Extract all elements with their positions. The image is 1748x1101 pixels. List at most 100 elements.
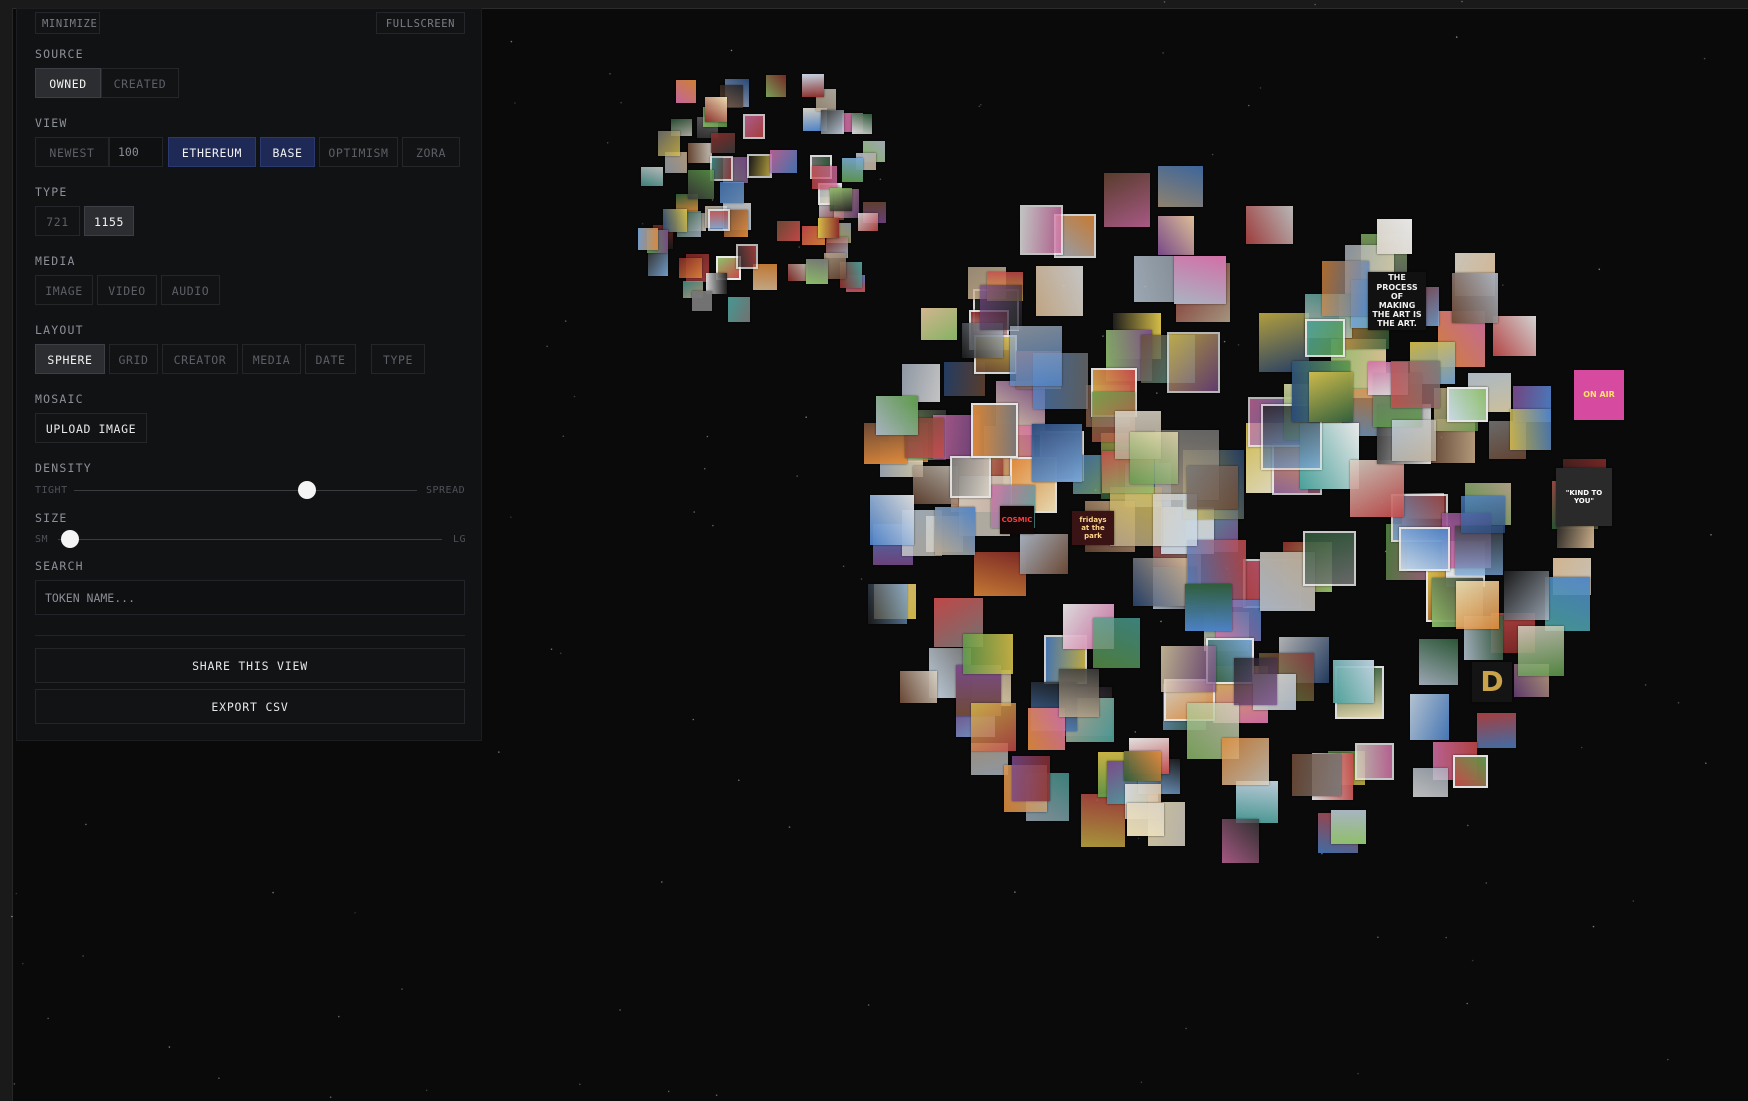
nft-token-tile[interactable]: [720, 182, 744, 203]
view-count-input[interactable]: [109, 137, 163, 167]
nft-token-tile[interactable]: [679, 258, 702, 278]
nft-token-tile[interactable]: [971, 403, 1018, 458]
nft-token-tile[interactable]: [1124, 751, 1161, 781]
nft-token-tile[interactable]: [641, 167, 663, 186]
nft-token-tile[interactable]: [777, 221, 800, 241]
nft-token-tile[interactable]: [1059, 669, 1099, 717]
nft-token-tile[interactable]: [692, 291, 712, 311]
nft-token-tile[interactable]: [1455, 526, 1503, 575]
density-slider-track[interactable]: [74, 490, 417, 491]
size-slider-thumb[interactable]: [60, 530, 79, 548]
cosmic-tile[interactable]: COSMIC: [1000, 506, 1034, 534]
layout-date-button[interactable]: DATE: [305, 344, 356, 374]
nft-token-tile[interactable]: [1545, 577, 1590, 631]
source-created-button[interactable]: CREATED: [101, 68, 179, 98]
kind-to-you-tile[interactable]: "KIND TO YOU": [1556, 468, 1612, 526]
nft-token-tile[interactable]: [870, 495, 914, 545]
nft-token-tile[interactable]: [812, 166, 837, 189]
nft-token-tile[interactable]: [1236, 781, 1278, 823]
chain-base-button[interactable]: BASE: [260, 137, 315, 167]
monogram-d-tile[interactable]: D: [1472, 662, 1512, 702]
nft-token-tile[interactable]: [1234, 658, 1277, 705]
nft-token-tile[interactable]: [1419, 639, 1458, 685]
nft-token-tile[interactable]: [711, 133, 735, 153]
nft-token-tile[interactable]: [1355, 743, 1394, 780]
nft-token-tile[interactable]: [1305, 319, 1345, 357]
layout-sphere-button[interactable]: SPHERE: [35, 344, 105, 374]
nft-token-tile[interactable]: [1010, 326, 1062, 386]
nft-token-tile[interactable]: [852, 114, 872, 134]
nft-token-tile[interactable]: [1127, 803, 1164, 836]
nft-token-tile[interactable]: [1461, 496, 1505, 533]
nft-token-tile[interactable]: [1222, 819, 1259, 863]
nft-token-tile[interactable]: [1510, 409, 1551, 450]
nft-token-tile[interactable]: [1399, 527, 1450, 571]
nft-token-tile[interactable]: [802, 74, 824, 97]
nft-token-tile[interactable]: [1161, 646, 1216, 692]
media-image-button[interactable]: IMAGE: [35, 275, 93, 305]
nft-token-tile[interactable]: [1130, 432, 1178, 484]
layout-media-button[interactable]: MEDIA: [242, 344, 301, 374]
nft-token-tile[interactable]: [1174, 256, 1226, 304]
fullscreen-button[interactable]: FULLSCREEN: [376, 12, 465, 34]
nft-token-tile[interactable]: [1477, 713, 1516, 748]
nft-token-tile[interactable]: [842, 158, 863, 182]
nft-token-tile[interactable]: [1187, 466, 1238, 509]
nft-token-tile[interactable]: [1246, 206, 1293, 244]
nft-token-tile[interactable]: [1133, 558, 1188, 606]
nft-token-tile[interactable]: [1453, 755, 1488, 788]
nft-token-tile[interactable]: [1093, 618, 1140, 668]
nft-token-tile[interactable]: [1452, 273, 1498, 323]
nft-token-tile[interactable]: [788, 264, 808, 281]
media-audio-button[interactable]: AUDIO: [161, 275, 220, 305]
type-1155-button[interactable]: 1155: [84, 206, 134, 236]
nft-token-tile[interactable]: [1020, 534, 1068, 574]
nft-token-tile[interactable]: [935, 507, 975, 555]
nft-token-tile[interactable]: [705, 97, 727, 122]
nft-token-tile[interactable]: [1020, 205, 1063, 255]
nft-token-tile[interactable]: [1413, 768, 1448, 797]
nft-token-tile[interactable]: [743, 114, 765, 139]
nft-token-tile[interactable]: [818, 218, 839, 238]
nft-token-tile[interactable]: [1185, 584, 1232, 631]
nft-token-tile[interactable]: [688, 170, 714, 199]
nft-token-tile[interactable]: [1504, 571, 1549, 620]
nft-token-tile[interactable]: [638, 228, 658, 250]
nft-token-tile[interactable]: [921, 308, 957, 340]
nft-token-tile[interactable]: [950, 456, 991, 498]
nft-token-tile[interactable]: [770, 150, 797, 173]
nft-token-tile[interactable]: [868, 584, 907, 624]
process-art-tile[interactable]: THE PROCESS OF MAKING THE ART IS THE ART…: [1368, 272, 1426, 330]
nft-token-tile[interactable]: [974, 552, 1026, 596]
minimize-button[interactable]: MINIMIZE: [35, 12, 100, 34]
nft-token-tile[interactable]: [1322, 261, 1369, 316]
nft-token-tile[interactable]: [876, 396, 918, 435]
nft-token-tile[interactable]: [980, 285, 1022, 330]
nft-token-tile[interactable]: [708, 209, 730, 231]
fridays-park-tile[interactable]: fridays at the park: [1072, 511, 1114, 545]
nft-token-tile[interactable]: [1377, 219, 1412, 254]
density-slider-thumb[interactable]: [298, 481, 317, 499]
nft-token-tile[interactable]: [858, 213, 878, 231]
nft-token-tile[interactable]: [1392, 420, 1436, 461]
chain-zora-button[interactable]: ZORA: [402, 137, 460, 167]
nft-token-tile[interactable]: [648, 253, 668, 276]
layout-grid-button[interactable]: GRID: [109, 344, 158, 374]
nft-token-tile[interactable]: [1518, 626, 1564, 676]
layout-type-button[interactable]: TYPE: [371, 344, 425, 374]
nft-token-tile[interactable]: [688, 143, 712, 163]
nft-token-tile[interactable]: [963, 634, 1013, 674]
nft-token-tile[interactable]: [806, 259, 828, 284]
export-csv-button[interactable]: EXPORT CSV: [35, 689, 465, 724]
nft-token-tile[interactable]: [1333, 660, 1374, 703]
on-air-tile[interactable]: ON AIR: [1574, 370, 1624, 420]
media-video-button[interactable]: VIDEO: [97, 275, 157, 305]
layout-creator-button[interactable]: CREATOR: [162, 344, 238, 374]
nft-token-tile[interactable]: [736, 244, 758, 269]
nft-token-tile[interactable]: [658, 131, 680, 156]
nft-token-tile[interactable]: [766, 75, 786, 97]
nft-token-tile[interactable]: [1410, 694, 1449, 740]
type-721-button[interactable]: 721: [35, 206, 80, 236]
nft-token-tile[interactable]: [676, 80, 696, 103]
nft-token-tile[interactable]: [830, 188, 852, 211]
